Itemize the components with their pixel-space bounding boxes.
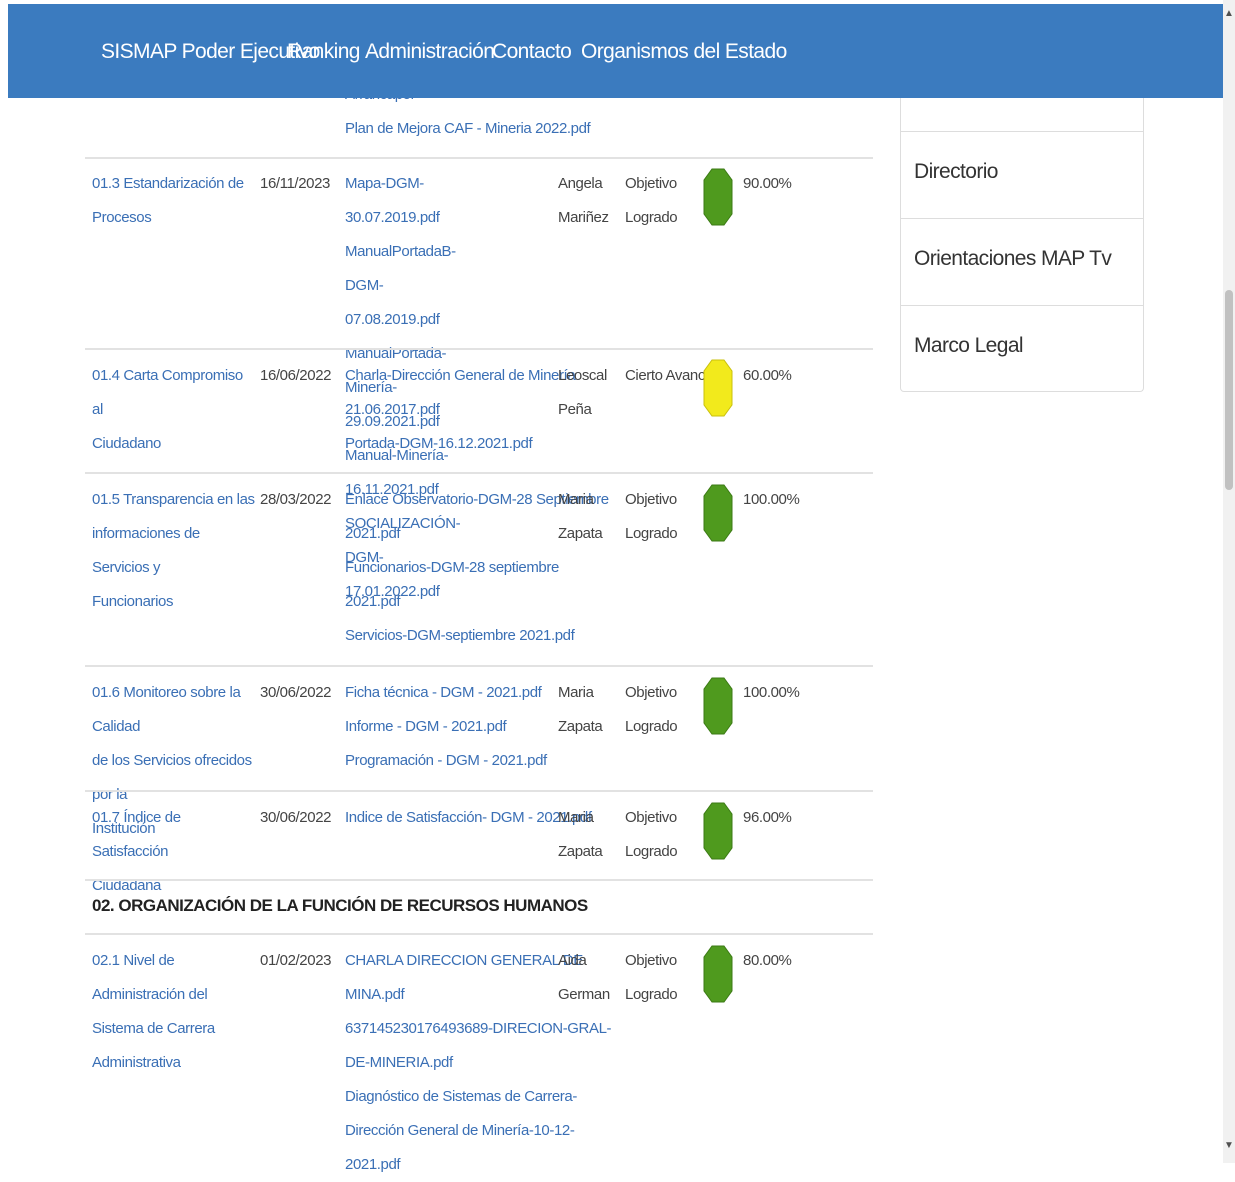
- status-cell: Objetivo Logrado: [625, 491, 678, 542]
- file-link[interactable]: DE-MINERIA.pdf: [345, 1046, 611, 1080]
- file-link[interactable]: ManualPortadaB-DGM-07.08.2019.pdf: [345, 235, 460, 337]
- file-link[interactable]: Charla-Dirección General de Minería: [345, 359, 576, 393]
- file-link[interactable]: Portada-DGM-16.12.2021.pdf: [345, 427, 575, 461]
- responsible-cell: Maria Zapata: [558, 684, 603, 735]
- vertical-scrollbar[interactable]: ▲ ▼: [1223, 0, 1235, 1163]
- file-link[interactable]: 637145230176493689-DIRECION-GRAL-: [345, 1012, 612, 1046]
- yellow-status-icon: [703, 359, 733, 417]
- top-navbar: SISMAP Poder Ejecutivo Ranking Administr…: [8, 4, 1223, 98]
- green-status-icon: [703, 945, 733, 1003]
- date-cell: 30/06/2022: [260, 684, 332, 701]
- date-cell: 16/06/2022: [260, 367, 332, 384]
- file-link[interactable]: Mapa-DGM-30.07.2019.pdf: [345, 167, 460, 235]
- files-cell: Ficha técnica - DGM - 2021.pdf Informe -…: [345, 676, 547, 778]
- sidebar: g Directorio Orientaciones MAP Tv Marco …: [900, 60, 1144, 392]
- status-cell: Objetivo Logrado: [625, 175, 678, 226]
- date-cell: 01/02/2023: [260, 952, 332, 969]
- row-divider: [85, 348, 873, 350]
- nav-organismos-del-estado[interactable]: Organismos del Estado: [581, 40, 787, 64]
- indicator-link[interactable]: 01.3 Estandarización de Procesos: [92, 167, 257, 235]
- scroll-up-icon[interactable]: ▲: [1224, 8, 1234, 19]
- green-status-icon: [703, 484, 733, 542]
- file-link[interactable]: 2021.pdf: [345, 1148, 611, 1182]
- status-cell: Cierto Avance: [625, 367, 713, 384]
- green-status-icon: [703, 802, 733, 860]
- file-link[interactable]: Diagnóstico de Sistemas de Carrera-: [345, 1080, 611, 1114]
- files-cell: Indice de Satisfacción- DGM - 2021.pdf: [345, 801, 592, 835]
- scroll-down-icon[interactable]: ▼: [1224, 1140, 1234, 1151]
- file-link[interactable]: Informe - DGM - 2021.pdf: [345, 710, 547, 744]
- date-cell: 28/03/2022: [260, 491, 332, 508]
- row-divider: [85, 665, 873, 667]
- score-cell: 100.00%: [743, 684, 800, 701]
- file-link[interactable]: Programación - DGM - 2021.pdf: [345, 744, 547, 778]
- section-title: 02. ORGANIZACIÓN DE LA FUNCIÓN DE RECURS…: [92, 896, 588, 915]
- file-link[interactable]: Plan de Mejora CAF - Mineria 2022.pdf: [345, 112, 591, 146]
- indicator-link[interactable]: 01.5 Transparencia en las informaciones …: [92, 483, 257, 619]
- scrollbar-thumb[interactable]: [1225, 290, 1233, 490]
- responsible-cell: Angela Mariñez: [558, 175, 609, 226]
- indicator-link[interactable]: 01.4 Carta Compromiso al Ciudadano: [92, 359, 257, 461]
- row-divider: [85, 157, 873, 159]
- score-cell: 60.00%: [743, 367, 792, 384]
- score-cell: 80.00%: [743, 952, 792, 969]
- score-cell: 96.00%: [743, 809, 792, 826]
- green-status-icon: [703, 677, 733, 735]
- row-divider: [85, 933, 873, 935]
- sidebar-item-label: Marco Legal: [914, 334, 1024, 357]
- results-table: Arrancapor Plan de Mejora CAF - Mineria …: [0, 0, 890, 1173]
- files-cell: Charla-Dirección General de Minería 21.0…: [345, 359, 576, 461]
- date-cell: 16/11/2023: [260, 175, 330, 192]
- sidebar-item-label: Orientaciones MAP Tv: [914, 247, 1112, 270]
- file-link[interactable]: Dirección General de Minería-10-12-: [345, 1114, 611, 1148]
- file-link[interactable]: 2021.pdf: [345, 585, 609, 619]
- sidebar-item-marco-legal[interactable]: Marco Legal: [901, 305, 1143, 392]
- row-divider: [85, 790, 873, 792]
- nav-ranking[interactable]: Ranking: [287, 40, 360, 64]
- file-link[interactable]: Servicios-DGM-septiembre 2021.pdf: [345, 619, 609, 653]
- green-status-icon: [703, 168, 733, 226]
- file-link[interactable]: Indice de Satisfacción- DGM - 2021.pdf: [345, 801, 592, 835]
- sidebar-item-directorio[interactable]: Directorio: [901, 131, 1143, 218]
- status-cell: Objetivo Logrado: [625, 809, 678, 860]
- indicator-link[interactable]: 01.7 Índice de Satisfacción Ciudadana: [92, 801, 257, 903]
- nav-contacto[interactable]: Contacto: [492, 40, 572, 64]
- indicator-link[interactable]: 02.1 Nivel de Administración del Sistema…: [92, 944, 257, 1080]
- file-link[interactable]: Funcionarios-DGM-28 septiembre: [345, 551, 609, 585]
- file-link[interactable]: Ficha técnica - DGM - 2021.pdf: [345, 676, 547, 710]
- sidebar-item-orientaciones-map-tv[interactable]: Orientaciones MAP Tv: [901, 218, 1143, 305]
- status-cell: Objetivo Logrado: [625, 684, 678, 735]
- responsible-cell: Maria Zapata: [558, 809, 603, 860]
- responsible-cell: Leoscal Peña: [558, 367, 607, 418]
- row-divider: [85, 879, 873, 881]
- responsible-cell: Aida German: [558, 952, 610, 1003]
- row-divider: [85, 472, 873, 474]
- score-cell: 100.00%: [743, 491, 800, 508]
- status-cell: Objetivo Logrado: [625, 952, 678, 1003]
- score-cell: 90.00%: [743, 175, 792, 192]
- file-link[interactable]: 21.06.2017.pdf: [345, 393, 575, 427]
- nav-administracion[interactable]: Administración: [365, 40, 495, 64]
- sidebar-item-label: Directorio: [914, 160, 998, 183]
- responsible-cell: Maria Zapata: [558, 491, 603, 542]
- date-cell: 30/06/2022: [260, 809, 332, 826]
